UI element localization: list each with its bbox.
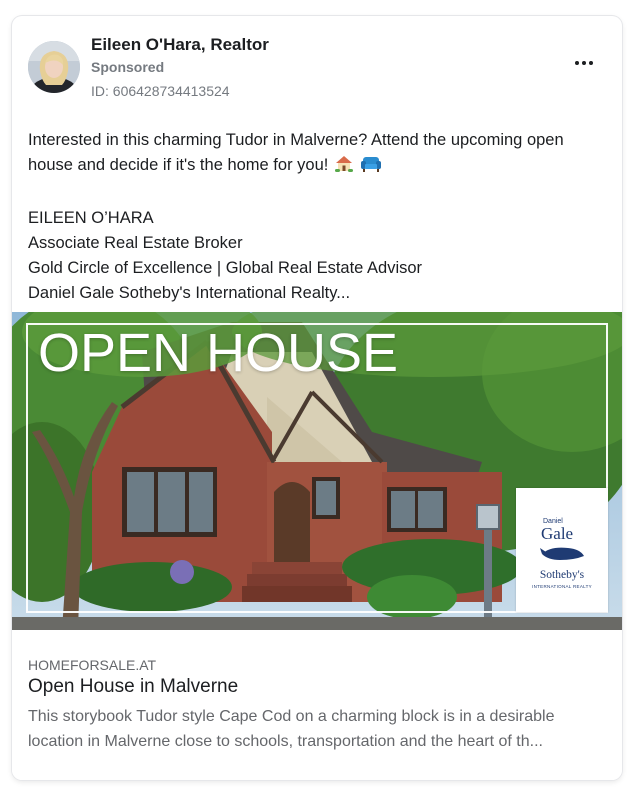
- post-body: Interested in this charming Tudor in Mal…: [28, 128, 608, 306]
- author-avatar[interactable]: [28, 41, 80, 93]
- body-line-1: Interested in this charming Tudor in Mal…: [28, 131, 564, 149]
- more-options-icon[interactable]: [570, 52, 598, 74]
- body-line-6[interactable]: Daniel Gale Sotheby's International Real…: [28, 281, 608, 306]
- whale-icon: [540, 547, 584, 560]
- body-line-4: Associate Real Estate Broker: [28, 234, 243, 252]
- body-line-2: house and decide if it's the home for yo…: [28, 153, 608, 181]
- link-description: This storybook Tudor style Cape Cod on a…: [28, 704, 606, 754]
- author-name[interactable]: Eileen O'Hara, Realtor: [91, 35, 269, 55]
- couch-icon: [360, 153, 382, 181]
- ad-id: ID: 606428734413524: [91, 83, 230, 99]
- body-line-5: Gold Circle of Excellence | Global Real …: [28, 259, 423, 277]
- logo-gale-text: Gale: [541, 524, 574, 543]
- link-preview[interactable]: HOMEFORSALE.AT Open House in Malverne Th…: [12, 630, 622, 780]
- sponsored-label: Sponsored: [91, 59, 165, 75]
- sponsored-post-card: Eileen O'Hara, Realtor Sponsored ID: 606…: [12, 16, 622, 780]
- body-line-2-text: house and decide if it's the home for yo…: [28, 156, 329, 174]
- link-title[interactable]: Open House in Malverne: [28, 676, 238, 698]
- post-header: Eileen O'Hara, Realtor Sponsored ID: 606…: [12, 16, 622, 112]
- dot: [575, 61, 579, 65]
- ad-image[interactable]: OPEN HOUSE Daniel Gale Sotheby's INTERNA…: [12, 312, 622, 630]
- logo-brand-text: Sotheby's: [539, 569, 585, 581]
- dot: [589, 61, 593, 65]
- link-desc-line-2: location in Malverne close to schools, t…: [28, 733, 543, 750]
- dot: [582, 61, 586, 65]
- link-domain: HOMEFORSALE.AT: [28, 657, 157, 673]
- house-with-garden-icon: [334, 153, 354, 181]
- body-line-3: EILEEN O’HARA: [28, 209, 154, 227]
- logo-sub-text: INTERNATIONAL REALTY: [532, 584, 592, 589]
- brokerage-logo: Daniel Gale Sotheby's INTERNATIONAL REAL…: [516, 488, 608, 612]
- open-house-title: OPEN HOUSE: [38, 323, 399, 383]
- link-desc-line-1: This storybook Tudor style Cape Cod on a…: [28, 708, 555, 725]
